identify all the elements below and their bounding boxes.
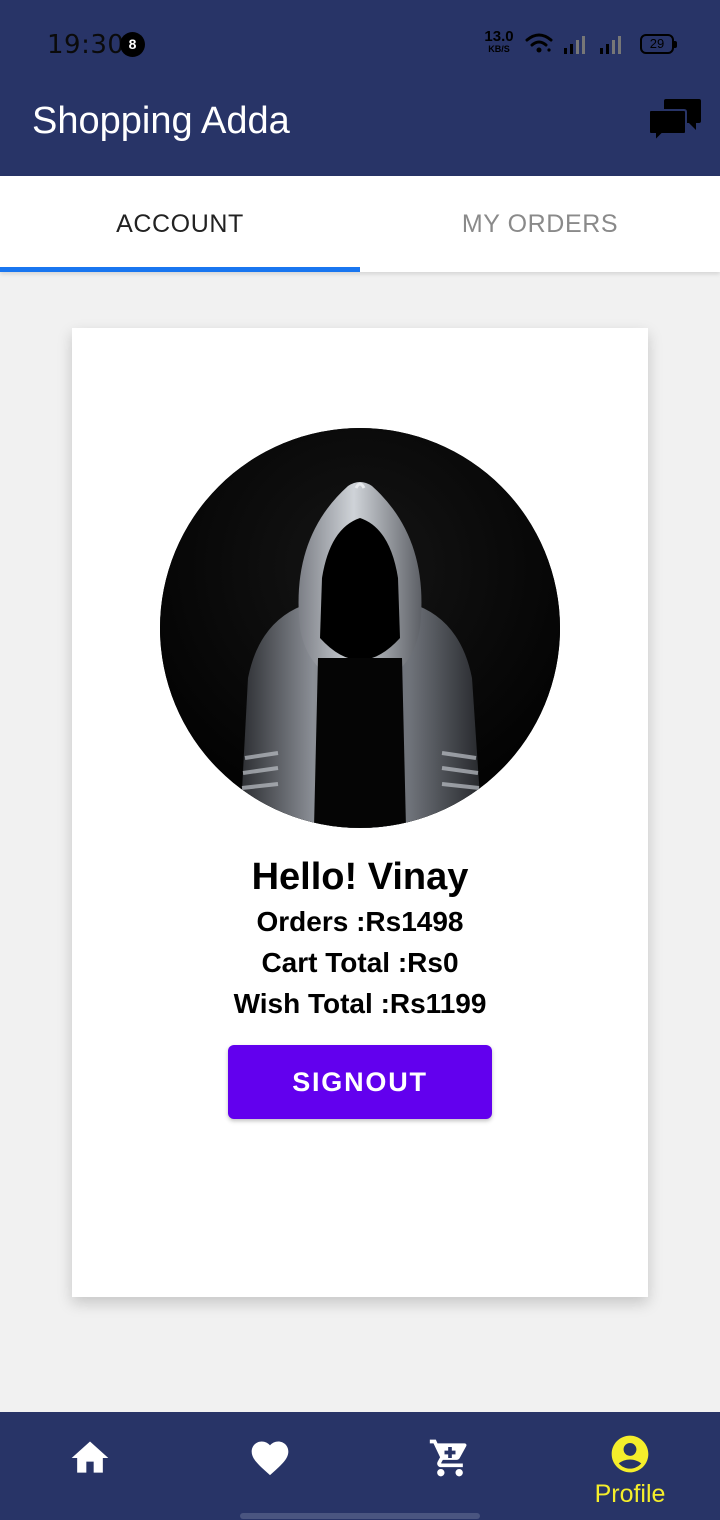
signal-icon-1 [564,36,585,54]
avatar [160,428,560,828]
orders-total: Orders :Rs1498 [256,906,464,937]
greeting: Hello! Vinay [251,856,469,898]
tab-account[interactable]: ACCOUNT [0,176,360,272]
profile-icon [611,1435,649,1473]
wish-total: Wish Total :Rs1199 [233,988,487,1019]
bottom-nav: Profile [0,1412,720,1520]
tab-my-orders[interactable]: MY ORDERS [360,176,720,272]
app-title: Shopping Adda [32,100,290,142]
nav-item-profile[interactable]: Profile [540,1412,720,1520]
status-time: 19:30 [47,30,125,60]
network-speed: 13.0 KB/S [482,28,516,54]
tab-indicator [0,267,360,272]
nav-label-profile: Profile [594,1480,666,1508]
nav-item-cart[interactable] [360,1412,540,1520]
profile-card: Hello! Vinay Orders :Rs1498 Cart Total :… [72,328,648,1297]
heart-icon [251,1441,289,1476]
status-bar: 19:30 8 13.0 KB/S 29 [0,0,720,88]
network-speed-value: 13.0 [484,28,514,45]
battery-icon: 29 [640,34,677,54]
home-icon [71,1441,109,1473]
chat-bubbles-icon[interactable] [648,96,702,144]
network-speed-unit: KB/S [488,44,510,54]
wifi-icon [525,33,553,47]
signal-icon-2 [600,36,621,54]
notification-badge: 8 [120,32,145,57]
cart-icon [429,1439,467,1477]
hooded-figure-image [160,428,560,828]
nav-item-home[interactable] [0,1412,180,1520]
nav-item-wishlist[interactable] [180,1412,360,1520]
gesture-bar [240,1513,480,1519]
tab-bar: ACCOUNT MY ORDERS [0,176,720,272]
signout-button[interactable]: SIGNOUT [228,1045,492,1119]
signal-wifi-icons [525,33,621,54]
cart-total: Cart Total :Rs0 [261,947,459,978]
